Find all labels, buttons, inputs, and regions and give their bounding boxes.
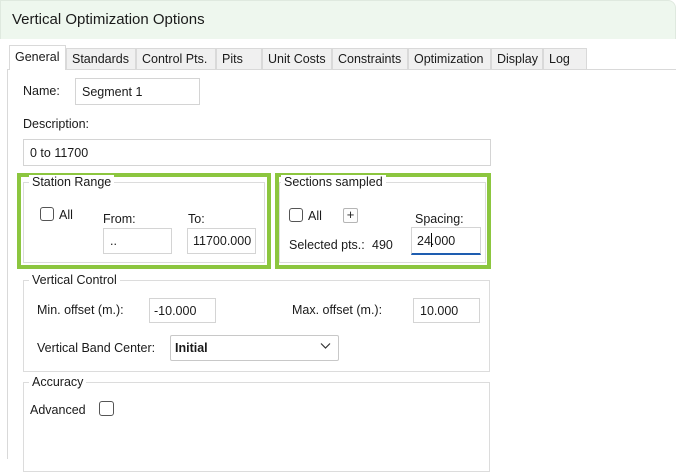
max-offset-label: Max. offset (m.): xyxy=(292,303,383,317)
description-label: Description: xyxy=(23,117,89,131)
from-label: From: xyxy=(103,212,136,226)
accuracy-title: Accuracy xyxy=(29,375,87,389)
advanced-label: Advanced xyxy=(30,403,86,417)
tab-label: Display xyxy=(497,52,538,66)
tab-label: Optimization xyxy=(414,52,484,66)
sections-all-checkbox[interactable] xyxy=(289,208,303,222)
title-bar: Vertical Optimization Options xyxy=(0,0,676,39)
tab-label: General xyxy=(15,50,60,64)
vertical-control-title: Vertical Control xyxy=(29,273,120,287)
accuracy-group xyxy=(23,382,490,472)
band-center-label: Vertical Band Center: xyxy=(37,341,156,355)
min-offset-input[interactable] xyxy=(149,298,216,323)
station-range-all-label: All xyxy=(59,208,73,222)
tab-control-pts[interactable]: Control Pts. xyxy=(136,48,216,69)
spacing-input[interactable] xyxy=(411,227,481,255)
add-section-button[interactable]: + xyxy=(343,208,358,223)
band-center-value: Initial xyxy=(175,341,208,355)
tab-label: Unit Costs xyxy=(268,52,326,66)
sections-all-label: All xyxy=(308,209,322,223)
name-label: Name: xyxy=(23,84,60,98)
station-range-all-checkbox[interactable] xyxy=(40,207,54,221)
selected-pts-label: Selected pts.: xyxy=(289,238,365,252)
chevron-down-icon xyxy=(320,343,331,349)
tab-pits[interactable]: Pits xyxy=(216,48,262,69)
tab-label: Control Pts. xyxy=(142,52,208,66)
tab-label: Pits xyxy=(222,52,243,66)
tab-optimization[interactable]: Optimization xyxy=(408,48,491,69)
advanced-checkbox[interactable] xyxy=(99,401,114,416)
tab-standards[interactable]: Standards xyxy=(66,48,136,69)
from-input[interactable] xyxy=(103,228,172,254)
max-offset-input[interactable] xyxy=(413,298,480,323)
text-caret xyxy=(431,233,432,247)
window-title: Vertical Optimization Options xyxy=(12,11,205,28)
band-center-dropdown[interactable]: Initial xyxy=(170,335,339,361)
selected-pts-value: 490 xyxy=(372,238,393,252)
tab-general[interactable]: General xyxy=(9,45,66,70)
name-input[interactable] xyxy=(75,78,200,105)
tab-constraints[interactable]: Constraints xyxy=(332,48,408,69)
description-input[interactable] xyxy=(23,139,491,166)
tab-label: Constraints xyxy=(338,52,402,66)
to-label: To: xyxy=(188,212,205,226)
tab-display[interactable]: Display xyxy=(491,48,543,69)
spacing-label: Spacing: xyxy=(415,212,464,226)
min-offset-label: Min. offset (m.): xyxy=(37,303,124,317)
tab-label: Log xyxy=(549,52,570,66)
station-range-title: Station Range xyxy=(29,175,115,189)
tab-label: Standards xyxy=(72,52,129,66)
tab-log[interactable]: Log xyxy=(543,48,587,69)
tab-unit-costs[interactable]: Unit Costs xyxy=(262,48,332,69)
to-input[interactable] xyxy=(187,228,256,254)
sections-sampled-title: Sections sampled xyxy=(281,175,386,189)
